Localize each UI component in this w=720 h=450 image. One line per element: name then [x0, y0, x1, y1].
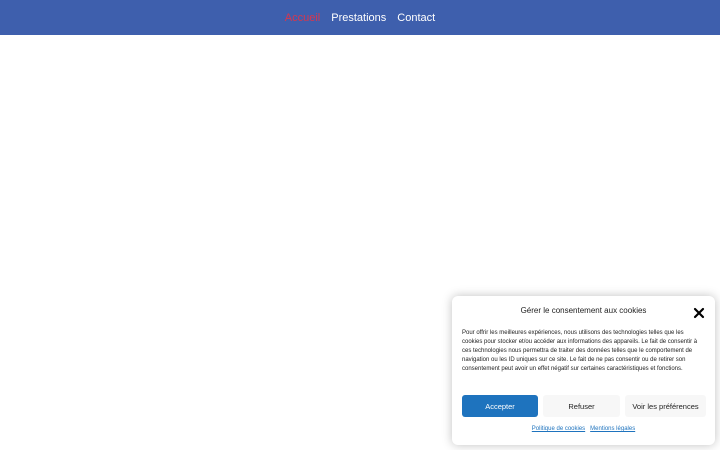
accept-button[interactable]: Accepter: [462, 395, 538, 417]
cookie-banner-actions: Accepter Refuser Voir les préférences: [462, 395, 706, 417]
nav-item-contact[interactable]: Contact: [397, 12, 435, 24]
deny-button[interactable]: Refuser: [543, 395, 620, 417]
close-icon[interactable]: [693, 306, 705, 319]
nav-item-accueil[interactable]: Accueil: [285, 12, 320, 24]
legal-notice-link[interactable]: Mentions légales: [590, 426, 635, 432]
main-navigation: Accueil Prestations Contact: [0, 0, 720, 35]
cookie-consent-banner: Gérer le consentement aux cookies Pour o…: [452, 296, 715, 445]
nav-item-prestations[interactable]: Prestations: [331, 12, 386, 24]
preferences-button[interactable]: Voir les préférences: [625, 395, 706, 417]
cookie-banner-message: Pour offrir les meilleures expériences, …: [462, 330, 698, 372]
cookie-banner-links: Politique de cookies Mentions légales: [452, 426, 715, 432]
cookie-banner-title: Gérer le consentement aux cookies: [520, 306, 647, 315]
cookie-policy-link[interactable]: Politique de cookies: [532, 426, 585, 432]
